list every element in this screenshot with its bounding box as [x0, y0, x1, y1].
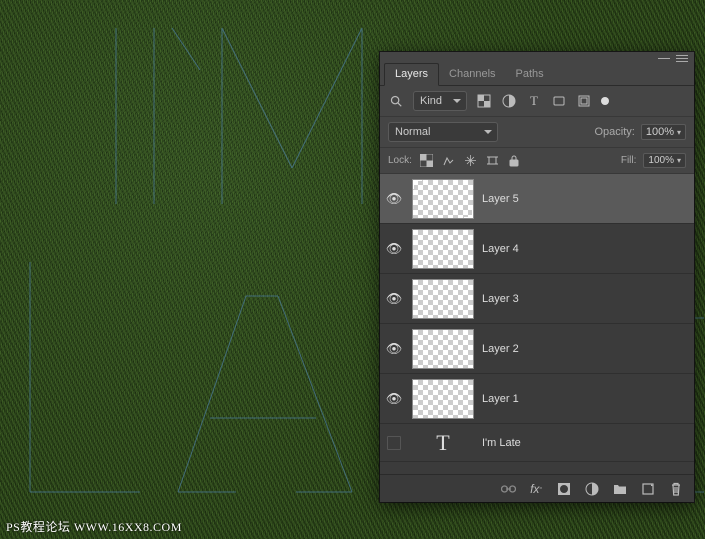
tab-layers[interactable]: Layers: [384, 63, 439, 86]
visibility-toggle[interactable]: 👁: [384, 241, 404, 257]
layer-name[interactable]: Layer 3: [482, 293, 519, 305]
layer-mask-icon[interactable]: [556, 481, 572, 497]
opacity-field[interactable]: 100%▾: [641, 124, 686, 140]
fill-field[interactable]: 100%▾: [643, 153, 686, 168]
lock-image-icon[interactable]: [441, 153, 456, 168]
lock-label: Lock:: [388, 155, 412, 166]
layer-list: 👁 Layer 5 👁 Layer 4 👁 Layer 3 👁 Layer 2 …: [380, 174, 694, 474]
visibility-toggle[interactable]: 👁: [384, 391, 404, 407]
lock-all-icon[interactable]: [507, 153, 522, 168]
layer-thumbnail[interactable]: [412, 229, 474, 269]
blend-mode-select[interactable]: Normal: [388, 122, 498, 142]
filter-kind-select[interactable]: Kind: [413, 91, 467, 111]
layer-row[interactable]: 👁 Layer 1: [380, 374, 694, 424]
panel-menu-icon[interactable]: [676, 55, 688, 62]
layer-name[interactable]: Layer 4: [482, 243, 519, 255]
link-layers-icon[interactable]: [500, 481, 516, 497]
filter-smart-icon[interactable]: [576, 93, 592, 109]
layer-filter-bar: Kind T: [380, 86, 694, 117]
layer-thumbnail[interactable]: [412, 279, 474, 319]
filter-adjust-icon[interactable]: [501, 93, 517, 109]
tab-paths[interactable]: Paths: [506, 64, 554, 85]
layer-thumbnail[interactable]: [412, 379, 474, 419]
blend-row: Normal Opacity: 100%▾: [380, 117, 694, 148]
collapse-icon[interactable]: [658, 58, 670, 59]
lock-position-icon[interactable]: [463, 153, 478, 168]
visibility-toggle[interactable]: 👁: [384, 191, 404, 207]
group-icon[interactable]: [612, 481, 628, 497]
watermark-text: PS教程论坛 WWW.16XX8.COM: [6, 518, 182, 535]
layer-thumbnail[interactable]: [412, 329, 474, 369]
filter-type-icon[interactable]: T: [526, 93, 542, 109]
fx-icon[interactable]: fx▫: [528, 481, 544, 497]
lock-transparent-icon[interactable]: [419, 153, 434, 168]
tab-channels[interactable]: Channels: [439, 64, 505, 85]
layers-panel: Layers Channels Paths Kind T Normal Opac…: [380, 52, 694, 502]
filter-shape-icon[interactable]: [551, 93, 567, 109]
lock-artboard-icon[interactable]: [485, 153, 500, 168]
type-layer-icon: T: [436, 430, 449, 456]
search-icon: [388, 93, 404, 109]
visibility-toggle[interactable]: [387, 436, 401, 450]
visibility-toggle[interactable]: 👁: [384, 341, 404, 357]
layer-row[interactable]: 👁 Layer 5: [380, 174, 694, 224]
visibility-toggle[interactable]: 👁: [384, 291, 404, 307]
filter-toggle-icon[interactable]: [601, 97, 609, 105]
layer-name[interactable]: I'm Late: [482, 437, 521, 449]
layer-row[interactable]: 👁 Layer 2: [380, 324, 694, 374]
adjustment-layer-icon[interactable]: [584, 481, 600, 497]
new-layer-icon[interactable]: [640, 481, 656, 497]
layer-row-text[interactable]: T I'm Late: [380, 424, 694, 462]
layers-footer: fx▫: [380, 474, 694, 502]
lock-row: Lock: Fill: 100%▾: [380, 148, 694, 174]
layer-name[interactable]: Layer 5: [482, 193, 519, 205]
layer-name[interactable]: Layer 1: [482, 393, 519, 405]
layer-row[interactable]: 👁 Layer 3: [380, 274, 694, 324]
opacity-label: Opacity:: [594, 126, 634, 138]
fill-label: Fill:: [621, 155, 637, 166]
layer-name[interactable]: Layer 2: [482, 343, 519, 355]
filter-pixel-icon[interactable]: [476, 93, 492, 109]
trash-icon[interactable]: [668, 481, 684, 497]
panel-tabs: Layers Channels Paths: [380, 64, 694, 86]
layer-thumbnail[interactable]: [412, 179, 474, 219]
layer-row[interactable]: 👁 Layer 4: [380, 224, 694, 274]
